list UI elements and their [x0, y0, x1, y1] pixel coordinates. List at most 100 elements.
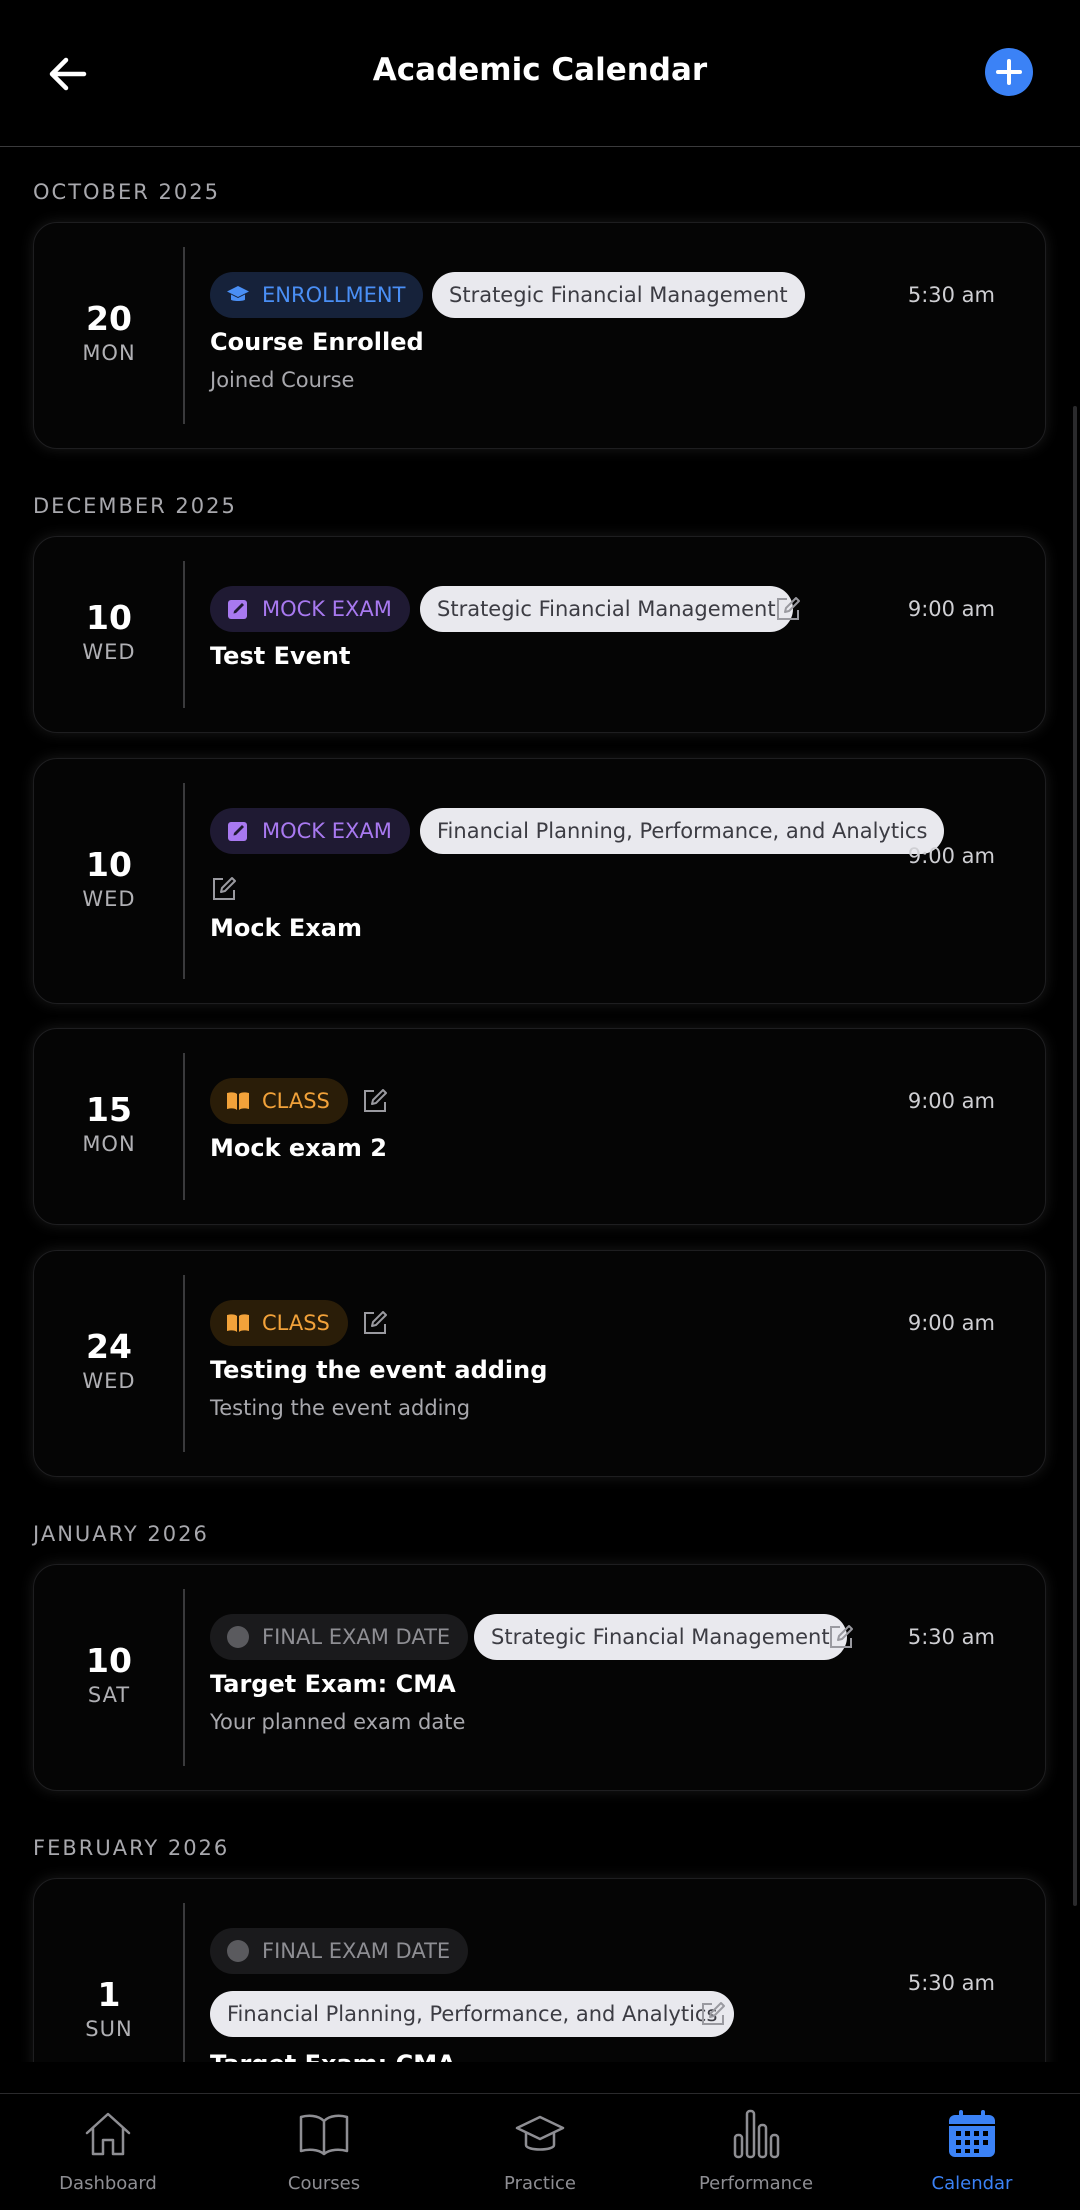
course-chip[interactable]: Strategic Financial Management [420, 586, 793, 632]
event-date: 10 SAT [34, 1641, 184, 1707]
class-badge: CLASS [210, 1078, 348, 1124]
divider [183, 1589, 185, 1766]
badge-label: ENROLLMENT [262, 283, 406, 307]
enrollment-badge: ENROLLMENT [210, 272, 424, 318]
divider [183, 561, 185, 708]
event-date: 15 MON [34, 1090, 184, 1156]
event-card[interactable]: 10 WED MOCK EXAM Strategic Financial Man… [33, 536, 1046, 733]
home-icon [85, 2112, 131, 2156]
event-title: Target Exam: CMA [210, 2050, 456, 2062]
badge-label: FINAL EXAM DATE [262, 1939, 451, 1963]
edit-icon[interactable] [827, 1623, 855, 1651]
month-header: JANUARY 2026 [33, 1522, 209, 1546]
event-title: Testing the event adding [210, 1356, 548, 1384]
event-subtitle: Your planned exam date [210, 1710, 466, 1734]
event-subtitle: Testing the event adding [210, 1396, 471, 1420]
book-open-icon [299, 2114, 349, 2156]
nav-label: Courses [287, 2173, 361, 2194]
badge-label: CLASS [262, 1089, 330, 1113]
event-title: Target Exam: CMA [210, 1670, 456, 1698]
event-weekday: WED [82, 640, 136, 664]
event-weekday: MON [82, 341, 136, 365]
add-event-button[interactable] [985, 48, 1033, 96]
edit-icon[interactable] [774, 595, 802, 623]
calendar-list[interactable]: OCTOBER 2025 20 MON ENROLLMENT Strategic… [0, 148, 1080, 2062]
course-chip[interactable]: Financial Planning, Performance, and Ana… [210, 1991, 735, 2037]
event-weekday: WED [82, 1369, 136, 1393]
bar-chart-icon [733, 2109, 780, 2159]
nav-calendar[interactable]: Calendar [864, 2094, 1080, 2210]
book-icon [227, 1314, 249, 1332]
final-exam-badge: FINAL EXAM DATE [210, 1928, 469, 1974]
page-title: Academic Calendar [372, 52, 708, 88]
event-card[interactable]: 24 WED CLASS 9:00 am Testing the event a… [33, 1250, 1046, 1477]
edit-square-icon [228, 822, 247, 841]
month-header: OCTOBER 2025 [33, 180, 220, 204]
event-time: 9:00 am [907, 1311, 995, 1335]
badge-label: MOCK EXAM [262, 819, 392, 843]
badge-label: CLASS [262, 1311, 330, 1335]
event-title: Mock exam 2 [210, 1134, 387, 1162]
book-icon [227, 1092, 249, 1110]
event-time: 5:30 am [907, 1971, 995, 1995]
divider [183, 1903, 185, 2062]
course-chip[interactable]: Strategic Financial Management [432, 272, 805, 318]
scrollbar[interactable] [1073, 406, 1077, 1906]
event-time: 9:00 am [907, 1089, 995, 1113]
bottom-nav: Dashboard Courses Practice Performance C… [0, 2093, 1080, 2210]
mock-exam-badge: MOCK EXAM [210, 586, 410, 632]
event-card[interactable]: 1 SUN FINAL EXAM DATE Financial Planning… [33, 1878, 1046, 2062]
nav-label: Performance [698, 2173, 814, 2194]
event-weekday: SUN [85, 2017, 133, 2041]
graduation-cap-icon [515, 2115, 565, 2151]
divider [183, 247, 185, 424]
event-day: 10 [86, 598, 132, 637]
badge-label: FINAL EXAM DATE [262, 1625, 451, 1649]
event-time: 9:00 am [907, 844, 995, 868]
course-chip[interactable]: Financial Planning, Performance, and Ana… [420, 808, 945, 854]
event-weekday: WED [82, 887, 136, 911]
event-date: 24 WED [34, 1327, 184, 1393]
event-title: Test Event [210, 642, 351, 670]
event-time: 5:30 am [907, 1625, 995, 1649]
nav-performance[interactable]: Performance [648, 2094, 864, 2210]
divider [183, 1275, 185, 1452]
event-card[interactable]: 15 MON CLASS 9:00 am Mock exam 2 [33, 1028, 1046, 1225]
edit-icon[interactable] [699, 2000, 727, 2028]
edit-icon[interactable] [361, 1087, 389, 1115]
nav-courses[interactable]: Courses [216, 2094, 432, 2210]
course-chip[interactable]: Strategic Financial Management [474, 1614, 847, 1660]
event-time: 9:00 am [907, 597, 995, 621]
event-day: 20 [86, 299, 132, 338]
nav-dashboard[interactable]: Dashboard [0, 2094, 216, 2210]
divider [183, 1053, 185, 1200]
month-header: DECEMBER 2025 [33, 494, 237, 518]
graduation-cap-icon [227, 286, 249, 301]
final-exam-badge: FINAL EXAM DATE [210, 1614, 469, 1660]
event-day: 1 [97, 1975, 121, 2014]
event-date: 10 WED [34, 598, 184, 664]
plus-icon [996, 59, 1022, 85]
class-badge: CLASS [210, 1300, 348, 1346]
event-title: Mock Exam [210, 914, 362, 942]
calendar-icon [949, 2110, 995, 2157]
edit-icon[interactable] [361, 1309, 389, 1337]
nav-label: Calendar [931, 2173, 1013, 2194]
circle-icon [227, 1940, 249, 1962]
event-day: 15 [86, 1090, 132, 1129]
nav-practice[interactable]: Practice [432, 2094, 648, 2210]
mock-exam-badge: MOCK EXAM [210, 808, 410, 854]
event-card[interactable]: 10 WED MOCK EXAM Financial Planning, Per… [33, 758, 1046, 1004]
circle-icon [227, 1626, 249, 1648]
event-date: 20 MON [34, 299, 184, 365]
month-header: FEBRUARY 2026 [33, 1836, 230, 1860]
event-day: 10 [86, 1641, 132, 1680]
event-card[interactable]: 20 MON ENROLLMENT Strategic Financial Ma… [33, 222, 1046, 449]
badge-label: MOCK EXAM [262, 597, 392, 621]
edit-icon[interactable] [210, 875, 238, 903]
event-weekday: MON [82, 1132, 136, 1156]
nav-label: Practice [504, 2173, 576, 2194]
event-day: 24 [86, 1327, 132, 1366]
event-card[interactable]: 10 SAT FINAL EXAM DATE Strategic Financi… [33, 1564, 1046, 1791]
nav-label: Dashboard [59, 2173, 157, 2194]
